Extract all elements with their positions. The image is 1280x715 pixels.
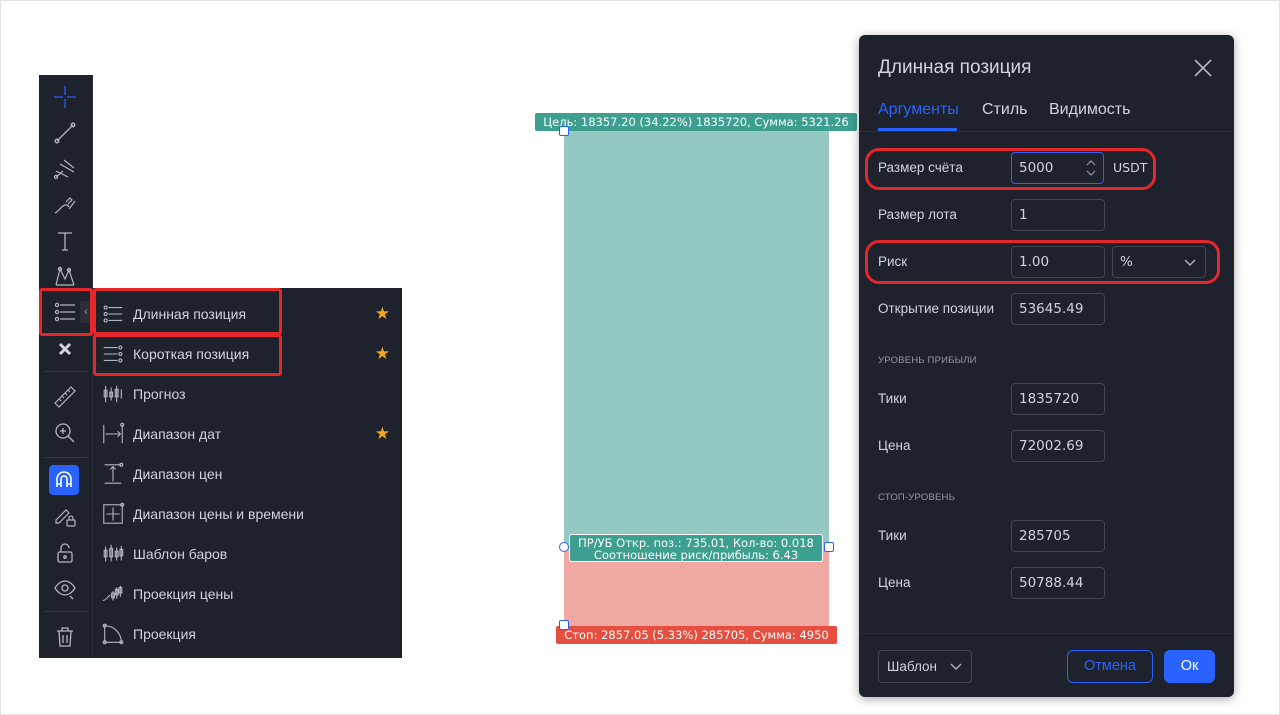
toolbar-divider <box>45 611 87 612</box>
long-position-settings-dialog: Длинная позиция Аргументы Стиль Видимост… <box>859 35 1234 697</box>
menu-item-date-range[interactable]: Диапазон дат ★ <box>93 414 402 454</box>
stop-ticks-label: Тики <box>878 528 907 543</box>
date-range-icon <box>100 421 126 447</box>
projection-icon <box>100 621 126 647</box>
lot-size-label: Размер лота <box>878 207 957 222</box>
menu-item-label: Короткая позиция <box>133 346 250 362</box>
favorite-star-icon[interactable]: ★ <box>375 345 390 362</box>
zoom-in-icon[interactable] <box>47 417 83 449</box>
stop-label: Стоп: 2857.05 (5.33%) 285705, Сумма: 495… <box>556 626 837 644</box>
cancel-button[interactable]: Отмена <box>1067 650 1153 683</box>
profit-zone[interactable] <box>564 129 829 547</box>
magnet-icon[interactable] <box>49 465 79 495</box>
risk-unit-value: % <box>1120 254 1133 270</box>
account-currency: USDT <box>1113 160 1148 175</box>
menu-item-label: Длинная позиция <box>133 306 247 322</box>
price-projection-icon <box>100 581 126 607</box>
entry-left-handle[interactable] <box>559 542 569 552</box>
menu-item-label: Диапазон цен <box>133 466 223 482</box>
lot-size-input[interactable]: 1 <box>1011 199 1105 231</box>
tool-flyout-menu: Длинная позиция ★ Короткая позиция ★ Про… <box>93 288 402 658</box>
tab-style[interactable]: Стиль <box>982 101 1028 119</box>
chevron-down-icon <box>950 663 962 670</box>
dialog-title: Длинная позиция <box>878 57 1032 78</box>
stop-price-label: Цена <box>878 575 911 590</box>
menu-item-projection[interactable]: Проекция <box>93 614 402 654</box>
menu-item-price-projection[interactable]: Проекция цены <box>93 574 402 614</box>
tabs-divider <box>859 131 1234 132</box>
profit-ticks-input[interactable]: 1835720 <box>1011 383 1105 415</box>
profit-price-label: Цена <box>878 438 911 453</box>
risk-label: Риск <box>878 254 908 269</box>
long-position-icon[interactable] <box>47 296 83 328</box>
stop-price-input[interactable]: 50788.44 <box>1011 567 1105 599</box>
eye-icon[interactable] <box>47 573 83 605</box>
screenshot-canvas: ‹ Длинная позиция ★ Короткая позиция ★ П… <box>0 0 1280 715</box>
menu-item-price-range[interactable]: Диапазон цен <box>93 454 402 494</box>
template-dropdown[interactable]: Шаблон <box>878 650 972 683</box>
stop-handle[interactable] <box>559 620 569 630</box>
menu-item-forecast[interactable]: Прогноз <box>93 374 402 414</box>
favorite-star-icon[interactable]: ★ <box>375 305 390 322</box>
crosshair-icon[interactable] <box>47 81 83 113</box>
menu-item-bars-pattern[interactable]: Шаблон баров <box>93 534 402 574</box>
risk-input[interactable]: 1.00 <box>1011 246 1105 278</box>
tab-arguments[interactable]: Аргументы <box>878 101 959 119</box>
profit-ticks-label: Тики <box>878 391 907 406</box>
ok-button[interactable]: Ок <box>1164 650 1215 683</box>
menu-item-label: Диапазон дат <box>133 426 222 442</box>
trend-line-icon[interactable] <box>47 117 83 149</box>
brush-icon[interactable] <box>47 189 83 221</box>
chevron-down-icon <box>1184 259 1196 266</box>
trash-icon[interactable] <box>47 621 83 653</box>
toolbar-divider <box>45 457 87 458</box>
footer-divider <box>859 633 1234 634</box>
flyout-chevron-icon: ‹ <box>80 301 92 323</box>
entry-right-handle[interactable] <box>824 542 834 552</box>
menu-item-long-position[interactable]: Длинная позиция ★ <box>93 294 402 334</box>
account-size-input[interactable]: 5000 <box>1011 152 1104 184</box>
profit-price-input[interactable]: 72002.69 <box>1011 430 1105 462</box>
profit-level-section: УРОВЕНЬ ПРИБЫЛИ <box>878 355 977 366</box>
entry-price-label: Открытие позиции <box>878 301 994 316</box>
account-size-label: Размер счёта <box>878 160 963 175</box>
close-icon[interactable] <box>1192 57 1214 79</box>
text-icon[interactable] <box>47 225 83 257</box>
drawing-toolbar <box>39 75 93 658</box>
account-size-value: 5000 <box>1019 160 1054 176</box>
menu-item-label: Диапазон цены и времени <box>133 506 304 522</box>
date-price-range-icon <box>100 501 126 527</box>
pattern-icon[interactable] <box>47 261 83 293</box>
forecast-icon <box>100 381 126 407</box>
menu-item-short-position[interactable]: Короткая позиция ★ <box>93 334 402 374</box>
long-position-icon <box>100 301 126 327</box>
menu-item-label: Проекция цены <box>133 586 234 602</box>
short-position-icon <box>100 341 126 367</box>
ruler-icon[interactable] <box>47 381 83 413</box>
menu-item-label: Шаблон баров <box>133 546 228 562</box>
target-handle[interactable] <box>559 126 569 136</box>
bars-pattern-icon <box>100 541 126 567</box>
menu-item-date-price-range[interactable]: Диапазон цены и времени <box>93 494 402 534</box>
menu-item-label: Прогноз <box>133 386 186 402</box>
fib-pitchfork-icon[interactable] <box>47 153 83 185</box>
template-label: Шаблон <box>887 659 937 674</box>
lock-drawing-icon[interactable] <box>47 501 83 533</box>
favorite-star-icon[interactable]: ★ <box>375 425 390 442</box>
price-range-icon <box>100 461 126 487</box>
tab-visibility[interactable]: Видимость <box>1049 101 1130 119</box>
target-label: Цель: 18357.20 (34.22%) 1835720, Сумма: … <box>535 113 857 131</box>
unlock-icon[interactable] <box>47 537 83 569</box>
stop-level-section: СТОП-УРОВЕНЬ <box>878 492 956 503</box>
spinner-icon[interactable] <box>1085 156 1097 180</box>
menu-item-label: Проекция <box>133 626 196 642</box>
risk-unit-select[interactable]: % <box>1112 246 1206 278</box>
pnl-label: ПР/УБ Откр. поз.: 735.01, Кол-во: 0.018 … <box>569 534 823 562</box>
pnl-line-2: Соотношение риск/прибыль: 6.43 <box>593 548 799 562</box>
entry-price-input[interactable]: 53645.49 <box>1011 293 1105 325</box>
toolbar-divider <box>45 371 87 372</box>
close-icon[interactable] <box>47 333 83 365</box>
stop-ticks-input[interactable]: 285705 <box>1011 520 1105 552</box>
